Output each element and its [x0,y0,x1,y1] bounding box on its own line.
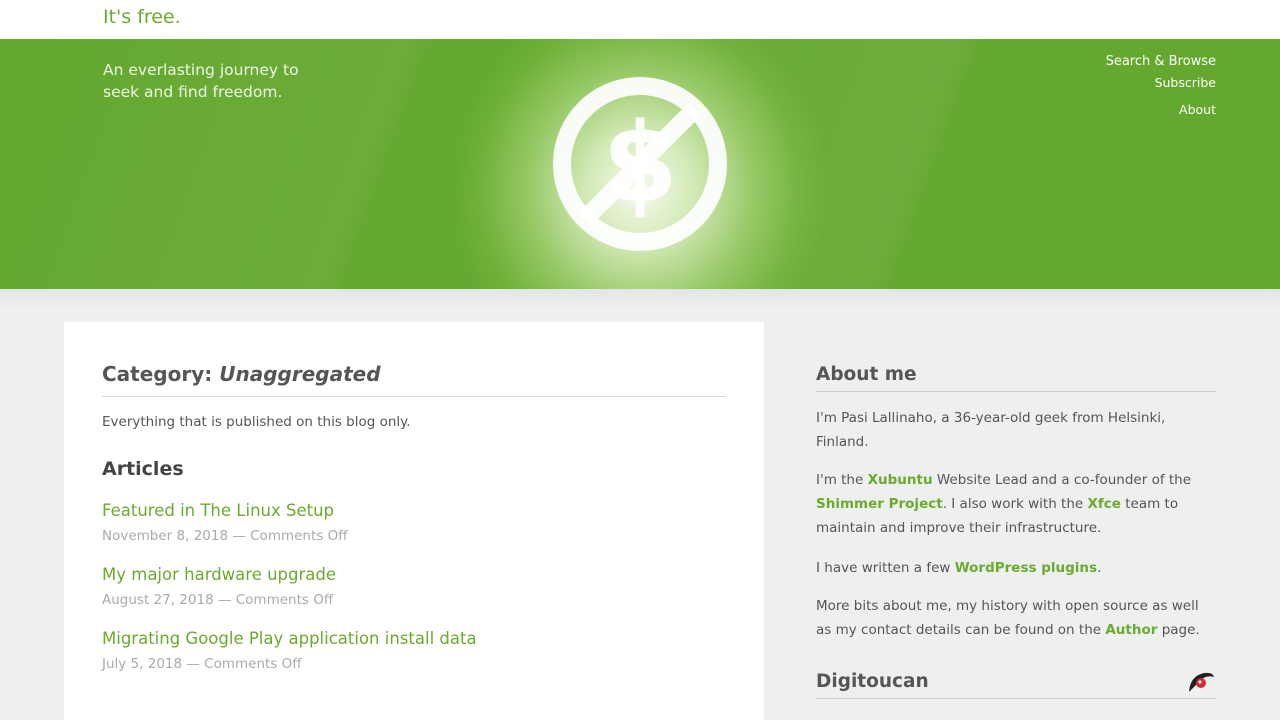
main-content: Category: Unaggregated Everything that i… [64,322,764,720]
nav-search-browse[interactable]: Search & Browse [1106,55,1216,68]
nav-about[interactable]: About [1106,103,1216,116]
post-item: Featured in The Linux Setup November 8, … [102,501,726,544]
toucan-icon[interactable] [1186,668,1216,694]
post-title-link[interactable]: My major hardware upgrade [102,565,726,584]
nav-subscribe[interactable]: Subscribe [1106,76,1216,89]
about-heading: About me [816,364,1216,392]
shimmer-project-link[interactable]: Shimmer Project [816,496,943,512]
no-dollar-icon: $ [553,77,727,251]
category-title: Category: Unaggregated [102,362,726,397]
post-title-link[interactable]: Migrating Google Play application instal… [102,629,726,648]
post-title-link[interactable]: Featured in The Linux Setup [102,501,726,520]
site-tagline: An everlasting journey to seek and find … [103,61,299,101]
articles-heading: Articles [102,458,184,480]
site-title-link[interactable]: It's free. [103,6,181,28]
main-nav: Search & Browse Subscribe About [1106,55,1216,116]
author-link[interactable]: Author [1105,622,1157,638]
about-plugins: I have written a few WordPress plugins. [816,560,1102,576]
digitoucan-heading: Digitoucan [816,668,1216,699]
about-more: More bits about me, my history with open… [816,598,1200,638]
post-item: My major hardware upgrade August 27, 201… [102,565,726,608]
post-item: Migrating Google Play application instal… [102,629,726,672]
hero-banner: An everlasting journey to seek and find … [0,39,1280,289]
xubuntu-link[interactable]: Xubuntu [868,472,933,488]
category-description: Everything that is published on this blo… [102,414,411,430]
xfce-link[interactable]: Xfce [1088,496,1121,512]
post-meta: July 5, 2018 — Comments Off [102,656,302,672]
sidebar-about: About me I'm Pasi Lallinaho, a 36-year-o… [816,364,1216,642]
category-name: Unaggregated [219,362,381,386]
about-roles: I'm the Xubuntu Website Lead and a co-fo… [816,472,1192,536]
post-meta: November 8, 2018 — Comments Off [102,528,348,544]
post-meta: August 27, 2018 — Comments Off [102,592,334,608]
wordpress-plugins-link[interactable]: WordPress plugins [955,560,1097,576]
top-bar: It's free. [0,0,1280,39]
sidebar-digitoucan: Digitoucan [816,668,1216,699]
about-intro: I'm Pasi Lallinaho, a 36-year-old geek f… [816,410,1166,450]
